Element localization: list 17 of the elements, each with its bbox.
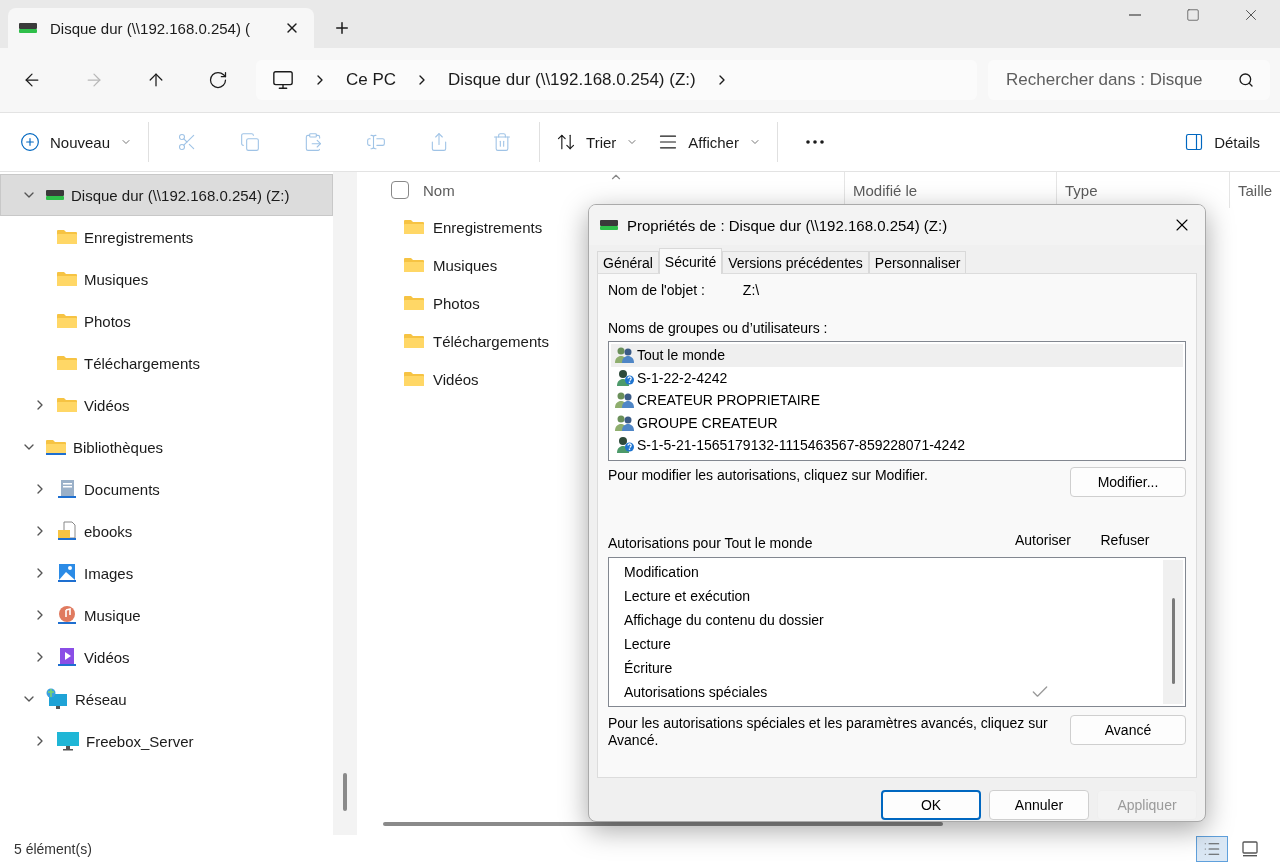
field-label: Nom de l'objet : (608, 282, 705, 298)
section-label: Autorisations pour Tout le monde (608, 535, 814, 552)
permission-name: Écriture (624, 660, 674, 676)
permission-name: Modification (624, 564, 700, 580)
field-value: Z:\ (742, 282, 760, 298)
permission-name: Lecture (624, 636, 672, 652)
tab-title: Disque dur (\\192.168.0.254) ( (50, 19, 252, 37)
column-header: Refuser (1099, 531, 1151, 548)
item-count: 5 élément(s) (14, 840, 92, 857)
hint-text: Pour modifier les autorisations, cliquez sur Modifier. (608, 467, 929, 484)
permission-name: Affichage du contenu du dossier (624, 612, 825, 628)
section-label: Noms de groupes ou d’utilisateurs : (608, 320, 828, 336)
permission-name: Lecture et exécution (624, 588, 752, 604)
hint-text: Pour les autorisations spéciales et les paramètres avancés, cliquez sur Avancé. (608, 715, 1049, 749)
permission-name: Autorisations spéciales (624, 684, 769, 700)
dialog-title: Propriétés de : Disque dur (\\192.168.0.254) (Z:) (627, 216, 948, 234)
column-header: Autoriser (1014, 531, 1072, 548)
